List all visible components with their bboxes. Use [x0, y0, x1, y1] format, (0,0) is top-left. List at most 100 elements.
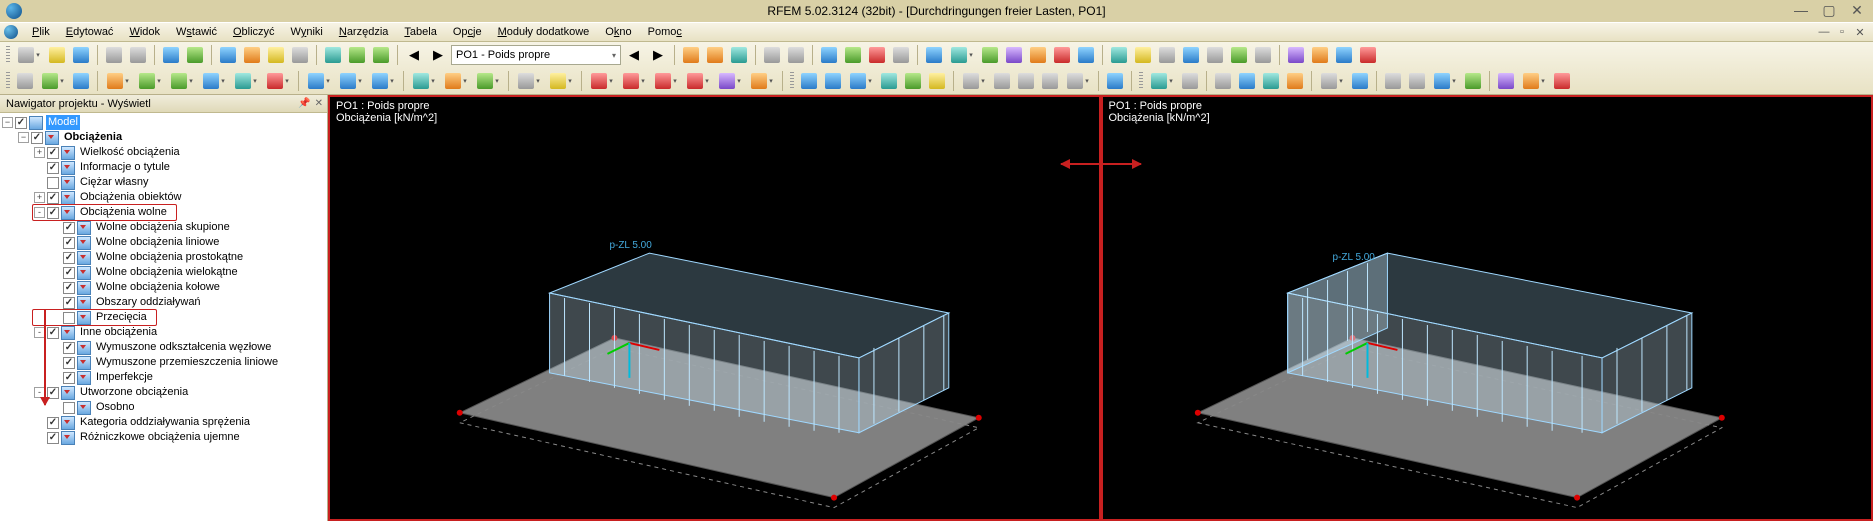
- free-load-button[interactable]: [747, 70, 777, 92]
- box-select-button[interactable]: [1212, 70, 1234, 92]
- toolbar-grip[interactable]: [790, 72, 794, 90]
- zoom-extents-button[interactable]: [798, 70, 820, 92]
- member-load-button[interactable]: [651, 70, 681, 92]
- tree-item[interactable]: −✓Model: [2, 115, 327, 130]
- checkbox[interactable]: ✓: [63, 237, 75, 249]
- view-z-button[interactable]: [1039, 70, 1061, 92]
- generate-button[interactable]: [947, 44, 977, 66]
- menu-widok[interactable]: Widok: [121, 24, 168, 40]
- model-check-button[interactable]: [923, 44, 945, 66]
- face-select-button[interactable]: [1260, 70, 1282, 92]
- toolbar-grip[interactable]: [6, 72, 10, 90]
- expand-toggle[interactable]: −: [18, 132, 29, 143]
- checkbox[interactable]: ✓: [47, 207, 59, 219]
- tree-item[interactable]: ✓Imperfekcje: [2, 370, 327, 385]
- toolbar-grip[interactable]: [1139, 72, 1143, 90]
- show-supports-button[interactable]: [1027, 44, 1049, 66]
- checkbox[interactable]: ✓: [63, 297, 75, 309]
- expand-toggle[interactable]: +: [34, 192, 45, 203]
- mdi-restore[interactable]: ▫: [1833, 24, 1851, 40]
- grid-button[interactable]: [217, 44, 239, 66]
- tree-item[interactable]: ✓Wolne obciążenia skupione: [2, 220, 327, 235]
- checkbox[interactable]: ✓: [63, 267, 75, 279]
- member-button[interactable]: [167, 70, 197, 92]
- prev-lc-button[interactable]: ◀: [403, 44, 425, 66]
- checkbox[interactable]: ✓: [31, 132, 43, 144]
- checkbox[interactable]: ✓: [47, 147, 59, 159]
- tree-item[interactable]: ✓Wolne obciążenia liniowe: [2, 235, 327, 250]
- edge-select-button[interactable]: [1284, 70, 1306, 92]
- extra-2[interactable]: [1406, 70, 1428, 92]
- tree-item[interactable]: ✓Różniczkowe obciążenia ujemne: [2, 430, 327, 445]
- tree-item[interactable]: ✓Obszary oddziaływań: [2, 295, 327, 310]
- tree-item[interactable]: +✓Obciążenia obiektów: [2, 190, 327, 205]
- view-iso-button[interactable]: [959, 70, 989, 92]
- inverse-button[interactable]: [1228, 44, 1250, 66]
- view-custom-button[interactable]: [1063, 70, 1093, 92]
- filter-button[interactable]: [1108, 44, 1130, 66]
- orbit-button[interactable]: [878, 70, 900, 92]
- menu-moduly[interactable]: Moduły dodatkowe: [490, 24, 598, 40]
- solid-load-button[interactable]: [715, 70, 745, 92]
- workplane-button[interactable]: [890, 44, 912, 66]
- checkbox[interactable]: ✓: [15, 117, 27, 129]
- ortho-button[interactable]: [842, 44, 864, 66]
- solid-button[interactable]: [231, 70, 261, 92]
- show-loads-button[interactable]: [979, 44, 1001, 66]
- line-button[interactable]: [135, 70, 165, 92]
- ecc-button[interactable]: [473, 70, 503, 92]
- maximize-button[interactable]: ▢: [1815, 0, 1843, 20]
- nodal-load-button[interactable]: [587, 70, 617, 92]
- view-y-button[interactable]: [1015, 70, 1037, 92]
- wireframe-button[interactable]: [1179, 70, 1201, 92]
- pointer-button[interactable]: [14, 70, 36, 92]
- menu-tabela[interactable]: Tabela: [396, 24, 444, 40]
- tree-item[interactable]: ✓Wymuszone odkształcenia węzłowe: [2, 340, 327, 355]
- zoom-in-button[interactable]: [822, 70, 844, 92]
- menu-pomoc[interactable]: Pomoc: [640, 24, 690, 40]
- settings-button[interactable]: [289, 44, 311, 66]
- menu-edytowac[interactable]: Edytować: [58, 24, 122, 40]
- checkbox[interactable]: [47, 177, 59, 189]
- tree-item[interactable]: ✓Wolne obciążenia wielokątne: [2, 265, 327, 280]
- tree-item[interactable]: -✓Utworzone obciążenia: [2, 385, 327, 400]
- undo-button[interactable]: [160, 44, 182, 66]
- extra-5[interactable]: [1495, 70, 1517, 92]
- line-hinge-button[interactable]: [409, 70, 439, 92]
- units-button[interactable]: [241, 44, 263, 66]
- viewport-left[interactable]: PO1 : Poids propre Obciążenia [kN/m^2]: [328, 95, 1101, 521]
- measure-button[interactable]: [1349, 70, 1371, 92]
- navigator-tree[interactable]: −✓Model−✓Obciążenia+✓Wielkość obciążenia…: [0, 113, 327, 521]
- deselect-button[interactable]: [1204, 44, 1226, 66]
- surface-support-button[interactable]: [368, 70, 398, 92]
- tree-item[interactable]: -✓Obciążenia wolne: [2, 205, 327, 220]
- lc-prev2-button[interactable]: ◀: [623, 44, 645, 66]
- show-results-button[interactable]: [1003, 44, 1025, 66]
- expand-toggle[interactable]: -: [34, 207, 45, 218]
- menu-okno[interactable]: Okno: [597, 24, 639, 40]
- checkbox[interactable]: ✓: [63, 222, 75, 234]
- mdi-minimize[interactable]: —: [1815, 24, 1833, 40]
- params-button[interactable]: [785, 44, 807, 66]
- member-hinge-button[interactable]: [441, 70, 471, 92]
- node-button[interactable]: [103, 70, 133, 92]
- checkbox[interactable]: ✓: [63, 372, 75, 384]
- loadcase-combo[interactable]: PO1 - Poids propre: [451, 45, 621, 65]
- select-all-button[interactable]: [1180, 44, 1202, 66]
- line-load-button[interactable]: [619, 70, 649, 92]
- next-lc-button[interactable]: ▶: [427, 44, 449, 66]
- polygon-select-button[interactable]: [1236, 70, 1258, 92]
- show-numbers-button[interactable]: [1075, 44, 1097, 66]
- extra-3[interactable]: [1430, 70, 1460, 92]
- menu-narzedzia[interactable]: Narzędzia: [331, 24, 397, 40]
- extra-7[interactable]: [1551, 70, 1573, 92]
- checkbox[interactable]: ✓: [47, 417, 59, 429]
- dimensions-button[interactable]: [1317, 70, 1347, 92]
- comment-button[interactable]: [265, 44, 287, 66]
- redo-button[interactable]: [184, 44, 206, 66]
- print-button[interactable]: [103, 44, 125, 66]
- copy-view-button[interactable]: [1252, 44, 1274, 66]
- tree-item[interactable]: ✓Kategoria oddziaływania sprężenia: [2, 415, 327, 430]
- tree-item[interactable]: +✓Wielkość obciążenia: [2, 145, 327, 160]
- menu-obliczyc[interactable]: Obliczyć: [225, 24, 283, 40]
